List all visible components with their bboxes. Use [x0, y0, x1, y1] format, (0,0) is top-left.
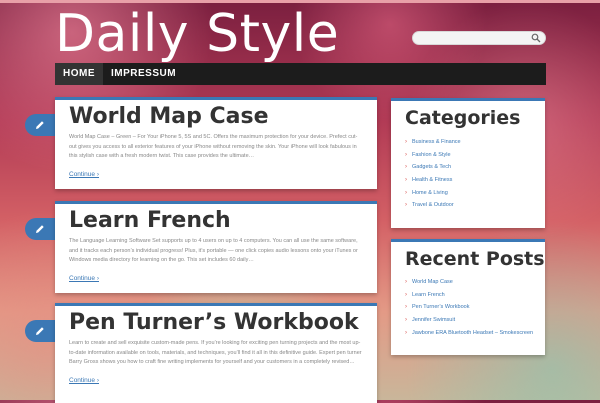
category-label[interactable]: Fashion & Style: [412, 152, 451, 158]
post-title[interactable]: World Map Case: [69, 104, 269, 129]
continue-link[interactable]: Continue ›: [69, 275, 99, 282]
recent-post-label[interactable]: Jennifer Swimsuit: [412, 317, 455, 323]
post-title[interactable]: Learn French: [69, 208, 231, 233]
recent-post-item[interactable]: › Jennifer Swimsuit: [405, 314, 535, 327]
post-excerpt: Learn to create and sell exquisite custo…: [69, 340, 362, 365]
search-input[interactable]: [413, 36, 529, 48]
recent-posts-widget: Recent Posts › World Map Case › Learn Fren…: [391, 239, 545, 355]
edit-post-button[interactable]: [25, 114, 55, 136]
categories-widget: Categories › Business & Finance › Fashion …: [391, 98, 545, 228]
recent-post-label[interactable]: Pen Turner’s Workbook: [412, 304, 469, 310]
pencil-icon: [36, 121, 44, 129]
recent-post-item[interactable]: › Jawbone ERA Bluetooth Headset – Smokesc…: [405, 327, 535, 340]
recent-post-label[interactable]: World Map Case: [412, 279, 453, 285]
search-icon[interactable]: [531, 33, 541, 43]
chevron-right-icon: ›: [405, 177, 407, 184]
category-item[interactable]: › Health & Fitness: [405, 174, 535, 187]
post-excerpt: World Map Case – Green – For Your iPhone…: [69, 134, 358, 159]
chevron-right-icon: ›: [405, 291, 407, 298]
category-item[interactable]: › Home & Living: [405, 187, 535, 200]
chevron-right-icon: ›: [405, 317, 407, 324]
category-label[interactable]: Gadgets & Tech: [412, 164, 451, 170]
post-title[interactable]: Pen Turner’s Workbook: [69, 310, 359, 335]
top-accent-bar: [0, 0, 600, 3]
recent-post-item[interactable]: › Pen Turner’s Workbook: [405, 301, 535, 314]
continue-link[interactable]: Continue ›: [69, 171, 99, 178]
recent-posts-list: › World Map Case › Learn French › Pen Turne…: [405, 276, 535, 339]
post-card: Learn French The Language Learning Softw…: [55, 201, 377, 293]
post-card: Pen Turner’s Workbook Learn to create an…: [55, 303, 377, 403]
category-item[interactable]: › Fashion & Style: [405, 149, 535, 162]
category-label[interactable]: Travel & Outdoor: [412, 202, 454, 208]
chevron-right-icon: ›: [405, 304, 407, 311]
post-card: World Map Case World Map Case – Green – …: [55, 97, 377, 189]
recent-post-label[interactable]: Learn French: [412, 292, 445, 298]
post-excerpt: The Language Learning Software Set suppo…: [69, 238, 358, 263]
category-item[interactable]: › Travel & Outdoor: [405, 199, 535, 212]
chevron-right-icon: ›: [405, 151, 407, 158]
category-item[interactable]: › Business & Finance: [405, 136, 535, 149]
recent-post-item[interactable]: › World Map Case: [405, 276, 535, 289]
category-item[interactable]: › Gadgets & Tech: [405, 161, 535, 174]
category-label[interactable]: Health & Fitness: [412, 177, 452, 183]
edit-post-button[interactable]: [25, 218, 55, 240]
categories-list: › Business & Finance › Fashion & Style › Ga…: [405, 136, 535, 212]
edit-post-button[interactable]: [25, 320, 55, 342]
chevron-right-icon: ›: [405, 164, 407, 171]
chevron-right-icon: ›: [405, 139, 407, 145]
category-label[interactable]: Home & Living: [412, 190, 448, 196]
nav-item-home[interactable]: HOME: [55, 63, 103, 85]
continue-link[interactable]: Continue ›: [69, 377, 99, 384]
recent-post-label[interactable]: Jawbone ERA Bluetooth Headset – Smokescr…: [412, 330, 533, 336]
pencil-icon: [36, 225, 44, 233]
category-label[interactable]: Business & Finance: [412, 139, 461, 145]
nav-item-impressum[interactable]: IMPRESSUM: [103, 63, 184, 85]
pencil-icon: [36, 327, 44, 335]
widget-title: Categories: [405, 107, 521, 129]
site-title[interactable]: Daily Style: [55, 4, 339, 64]
chevron-right-icon: ›: [405, 329, 407, 336]
recent-post-item[interactable]: › Learn French: [405, 289, 535, 302]
chevron-right-icon: ›: [405, 279, 407, 285]
main-navigation: HOME IMPRESSUM: [55, 63, 546, 85]
search-box[interactable]: [412, 31, 546, 48]
chevron-right-icon: ›: [405, 189, 407, 196]
widget-title: Recent Posts: [405, 248, 545, 270]
chevron-right-icon: ›: [405, 202, 407, 209]
